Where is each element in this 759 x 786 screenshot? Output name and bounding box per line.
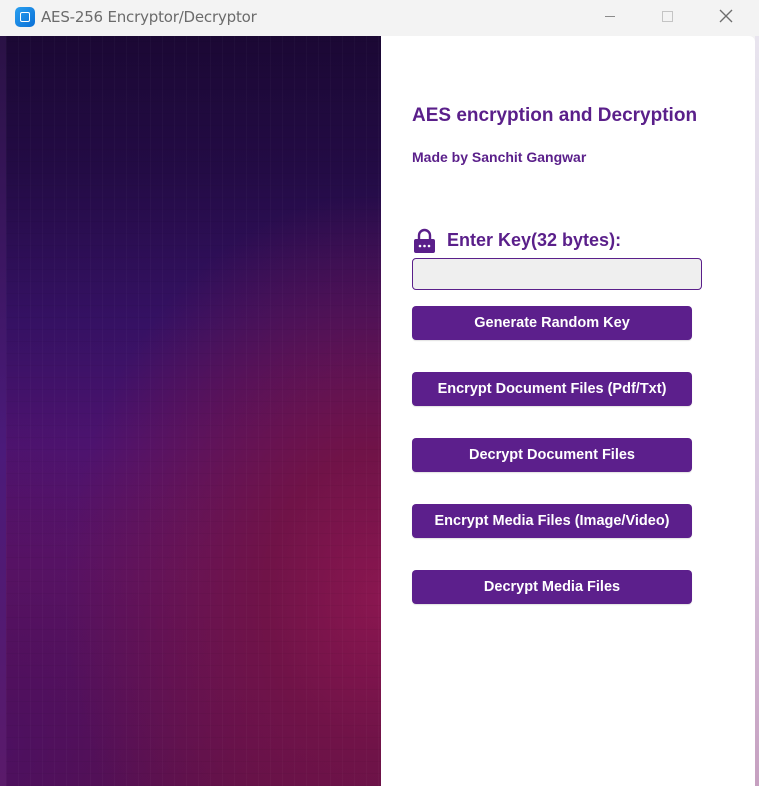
close-icon — [719, 9, 733, 23]
lock-icon — [414, 228, 435, 253]
encrypt-document-files-button[interactable]: Encrypt Document Files (Pdf/Txt) — [412, 372, 692, 406]
decrypt-media-files-button[interactable]: Decrypt Media Files — [412, 570, 692, 604]
key-label: Enter Key(32 bytes): — [447, 230, 622, 250]
generate-random-key-button[interactable]: Generate Random Key — [412, 306, 692, 340]
author-credit: Made by Sanchit Gangwar — [412, 149, 587, 165]
decrypt-document-files-button[interactable]: Decrypt Document Files — [412, 438, 692, 472]
maximize-button[interactable] — [638, 0, 696, 34]
minimize-button[interactable] — [580, 0, 638, 34]
encrypt-media-files-button[interactable]: Encrypt Media Files (Image/Video) — [412, 504, 692, 538]
app-window-icon — [15, 7, 35, 27]
title-bar[interactable]: AES-256 Encryptor/Decryptor — [0, 0, 759, 36]
minimize-icon — [580, 0, 638, 34]
window-title: AES-256 Encryptor/Decryptor — [41, 8, 257, 26]
main-panel: AES encryption and Decryption Made by Sa… — [381, 36, 755, 786]
page-title: AES encryption and Decryption — [412, 105, 698, 126]
close-button[interactable] — [696, 0, 754, 34]
app-window: AES-256 Encryptor/Decryptor AES encrypti… — [0, 0, 759, 786]
window-right-edge — [755, 36, 759, 786]
maximize-icon — [638, 0, 696, 34]
key-input[interactable] — [412, 258, 702, 290]
decorative-gradient-panel — [6, 36, 381, 786]
